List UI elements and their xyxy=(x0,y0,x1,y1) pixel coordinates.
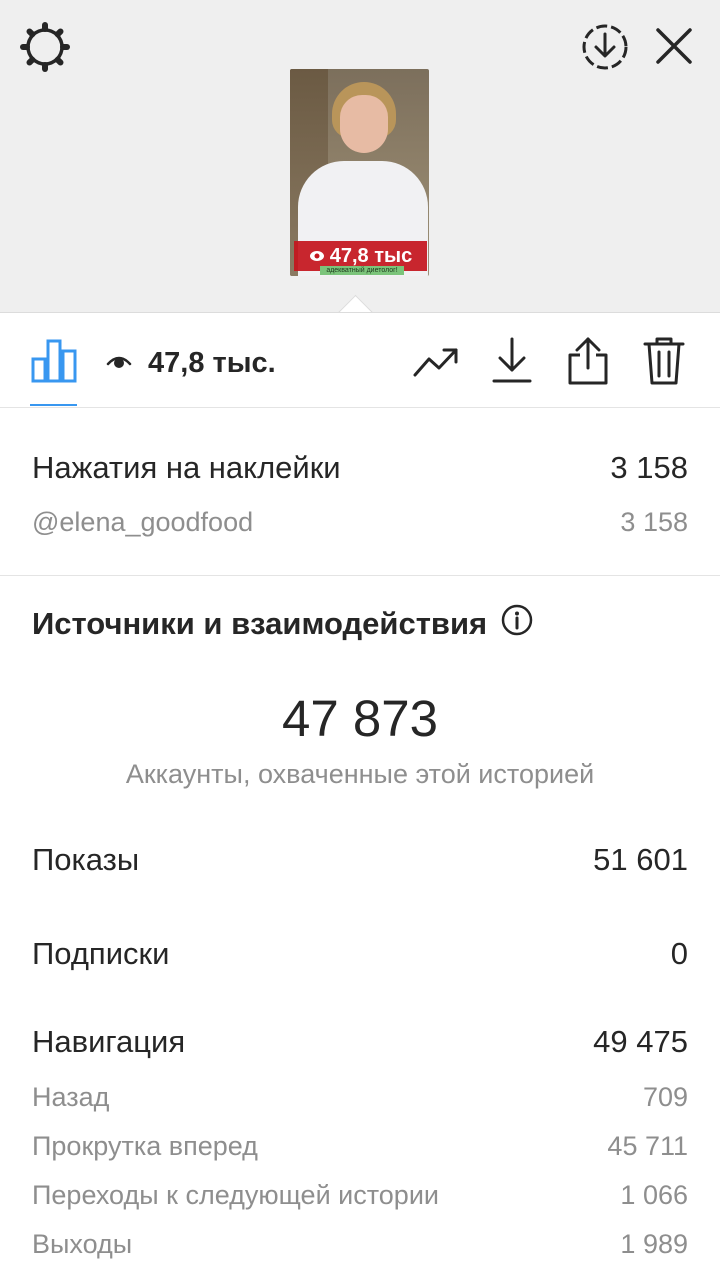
download-circle-icon[interactable] xyxy=(580,22,630,72)
share-icon[interactable] xyxy=(566,335,610,387)
trend-icon[interactable] xyxy=(412,341,460,381)
views-summary: 47,8 тыс. xyxy=(106,343,276,383)
views-count: 47,8 тыс. xyxy=(148,346,276,379)
tab-underline xyxy=(30,404,77,406)
gear-icon[interactable] xyxy=(20,22,70,72)
trash-icon[interactable] xyxy=(642,335,686,387)
navigation-item-value: 45 711 xyxy=(607,1130,688,1161)
story-thumbnail[interactable]: 47,8 тыс адекватный диетолог! xyxy=(290,69,429,276)
reach-value: 47 873 xyxy=(282,690,438,747)
navigation-item-label: Назад xyxy=(32,1081,110,1112)
navigation-label: Навигация xyxy=(32,1024,186,1059)
sticker-item-value: 3 158 xyxy=(620,506,688,537)
insights-panel: 47,8 тыс. Нажатия на наклейки 3 158 @ele… xyxy=(0,312,720,1281)
section-divider xyxy=(0,575,720,576)
impressions-value: 51 601 xyxy=(593,842,688,877)
navigation-item-row: Переходы к следующей истории 1 066 xyxy=(32,1177,688,1213)
navigation-row: Навигация 49 475 xyxy=(32,1022,688,1062)
sources-section-title: Источники и взаимодействия xyxy=(32,604,533,644)
navigation-item-row: Прокрутка вперед 45 711 xyxy=(32,1128,688,1164)
thumbnail-caption: адекватный диетолог! xyxy=(320,266,404,275)
info-icon[interactable] xyxy=(501,604,533,644)
navigation-item-label: Переходы к следующей истории xyxy=(32,1179,439,1210)
sticker-taps-row: Нажатия на наклейки 3 158 xyxy=(32,448,688,488)
sticker-taps-label: Нажатия на наклейки xyxy=(32,450,341,485)
sticker-item-label: @elena_goodfood xyxy=(32,506,254,537)
navigation-value: 49 475 xyxy=(593,1024,688,1059)
bar-chart-icon[interactable] xyxy=(30,337,78,385)
navigation-item-value: 709 xyxy=(642,1081,688,1112)
thumbnail-face xyxy=(340,95,388,153)
navigation-item-label: Выходы xyxy=(32,1228,133,1259)
sources-title-text: Источники и взаимодействия xyxy=(32,606,488,641)
thumbnail-views-text: 47,8 тыс xyxy=(329,244,413,267)
close-icon[interactable] xyxy=(652,24,696,68)
navigation-item-value: 1 989 xyxy=(620,1228,688,1259)
navigation-item-row: Назад 709 xyxy=(32,1079,688,1115)
eye-icon xyxy=(106,351,132,376)
follows-row: Подписки 0 xyxy=(32,934,688,974)
reach-caption: Аккаунты, охваченные этой историей xyxy=(125,759,595,789)
navigation-item-row: Выходы 1 989 xyxy=(32,1226,688,1262)
download-icon[interactable] xyxy=(490,335,534,387)
impressions-row: Показы 51 601 xyxy=(32,840,688,880)
sticker-item-row[interactable]: @elena_goodfood 3 158 xyxy=(32,504,688,540)
navigation-item-value: 1 066 xyxy=(620,1179,688,1210)
eye-icon xyxy=(309,245,325,268)
story-preview-area: 47,8 тыс адекватный диетолог! xyxy=(0,0,720,312)
insights-toolbar: 47,8 тыс. xyxy=(0,313,720,408)
navigation-item-label: Прокрутка вперед xyxy=(32,1130,258,1161)
sticker-taps-value: 3 158 xyxy=(610,450,688,485)
follows-value: 0 xyxy=(670,936,688,971)
follows-label: Подписки xyxy=(32,936,170,971)
impressions-label: Показы xyxy=(32,842,140,877)
